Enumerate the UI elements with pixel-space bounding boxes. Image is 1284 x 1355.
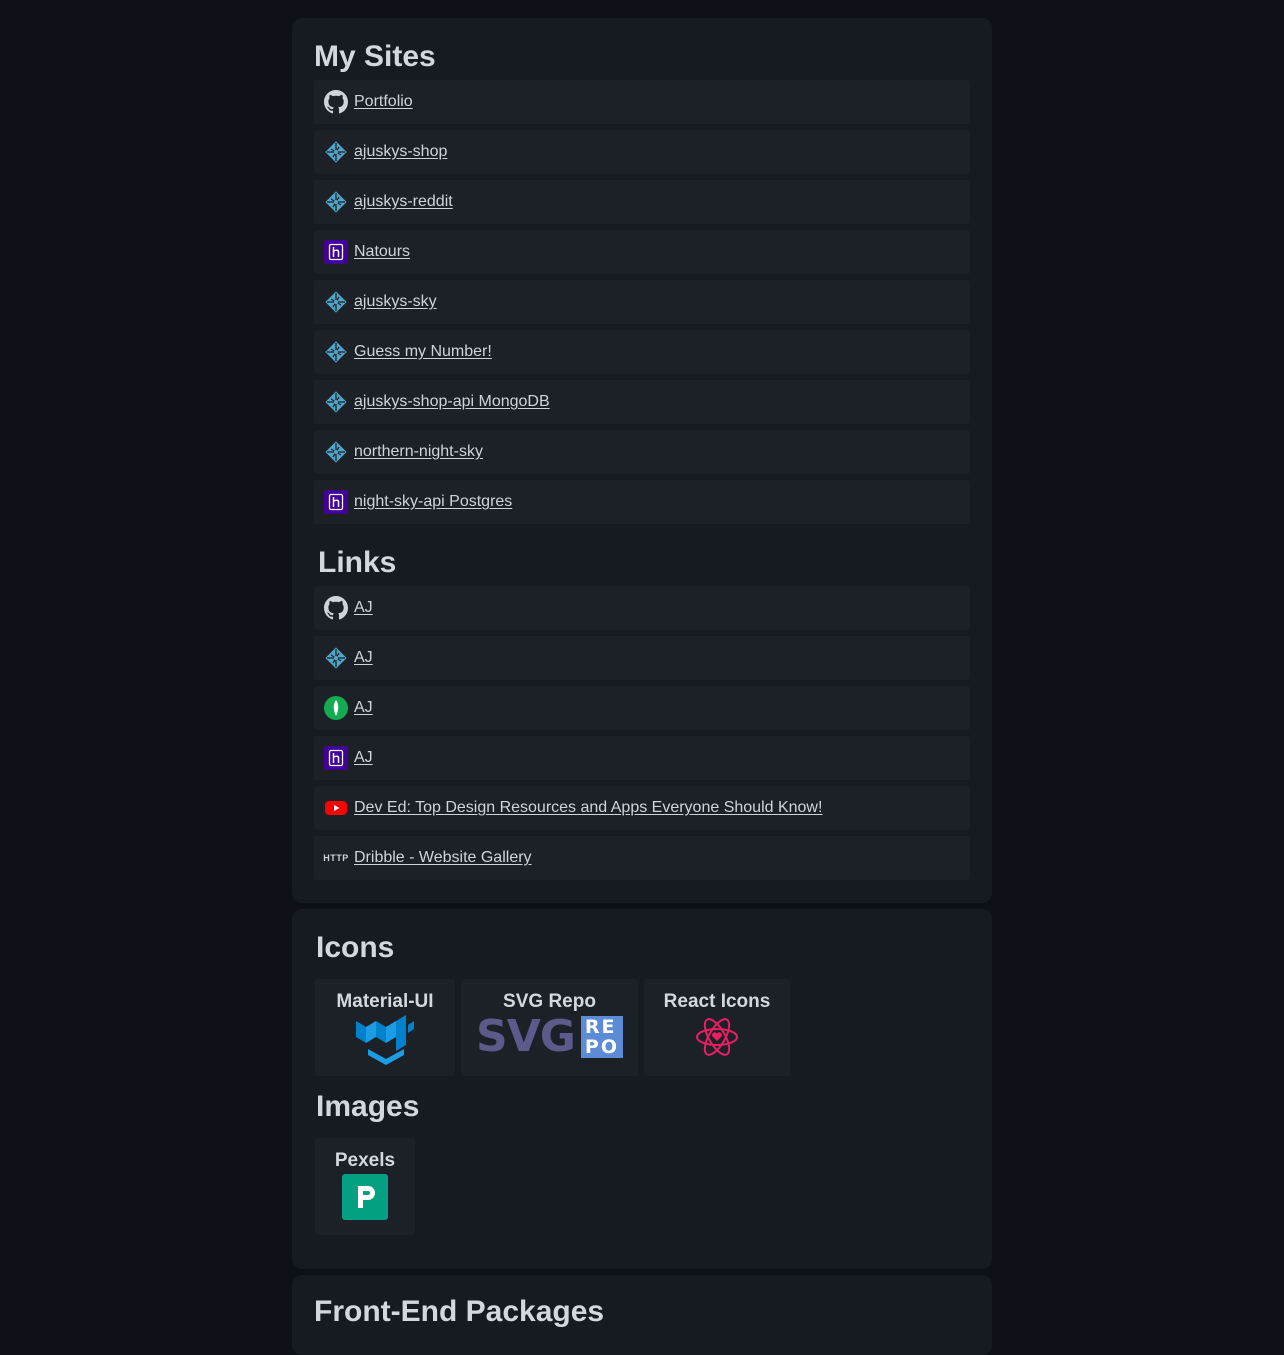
react-atom-icon <box>695 1015 739 1064</box>
links-heading: Links <box>318 546 397 579</box>
site-row[interactable]: Portfolio <box>314 80 970 124</box>
site-row[interactable]: night-sky-api Postgres <box>314 480 970 524</box>
tile-label: Material-UI <box>336 991 434 1012</box>
site-row[interactable]: ajuskys-shop <box>314 130 970 174</box>
http-icon: HTTP <box>323 846 349 870</box>
link-link[interactable]: Dribble - Website Gallery <box>354 849 532 867</box>
icons-heading: Icons <box>316 931 395 964</box>
github-icon <box>324 90 348 114</box>
netlify-icon <box>324 190 348 214</box>
tile-svg-repo[interactable]: SVG Repo SVG RE PO <box>461 979 638 1076</box>
site-link[interactable]: northern-night-sky <box>354 443 483 461</box>
svg-repo-badge-bottom: PO <box>584 1036 619 1058</box>
link-link[interactable]: AJ <box>354 649 373 667</box>
link-link[interactable]: AJ <box>354 699 373 717</box>
material-ui-logo-icon <box>354 1015 416 1070</box>
packages-card: Front-End Packages <box>292 1275 992 1355</box>
site-link[interactable]: Natours <box>354 243 410 261</box>
youtube-icon <box>324 796 348 820</box>
link-row[interactable]: AJ <box>314 636 970 680</box>
netlify-icon <box>324 290 348 314</box>
site-row[interactable]: northern-night-sky <box>314 430 970 474</box>
svg-repo-logo-icon: SVG RE PO <box>476 1015 623 1059</box>
link-row[interactable]: AJ <box>314 686 970 730</box>
site-row[interactable]: Guess my Number! <box>314 330 970 374</box>
http-icon-text: HTTP <box>323 853 349 863</box>
site-row[interactable]: ajuskys-shop-api MongoDB <box>314 380 970 424</box>
heroku-icon <box>324 746 348 770</box>
github-icon <box>324 596 348 620</box>
tile-pexels[interactable]: Pexels <box>315 1138 415 1235</box>
tile-react-icons[interactable]: React Icons <box>644 979 790 1076</box>
site-link[interactable]: ajuskys-shop-api MongoDB <box>354 393 550 411</box>
site-row[interactable]: ajuskys-reddit <box>314 180 970 224</box>
link-link[interactable]: AJ <box>354 749 373 767</box>
link-row[interactable]: AJ <box>314 586 970 630</box>
netlify-icon <box>324 340 348 364</box>
site-link[interactable]: ajuskys-reddit <box>354 193 453 211</box>
pexels-logo-icon <box>342 1174 388 1225</box>
site-link[interactable]: Guess my Number! <box>354 343 492 361</box>
site-link[interactable]: Portfolio <box>354 93 413 111</box>
sites-list: Portfolio ajuskys-shop ajuskys-reddit Natou… <box>314 80 970 530</box>
front-end-packages-heading: Front-End Packages <box>314 1295 605 1328</box>
site-row[interactable]: ajuskys-sky <box>314 280 970 324</box>
links-list: AJ AJ AJ AJ Dev Ed: Top Design Resources and… <box>314 586 970 886</box>
mongodb-icon <box>324 696 348 720</box>
link-row[interactable]: AJ <box>314 736 970 780</box>
heroku-icon <box>324 490 348 514</box>
svg-repo-logo-text: SVG <box>476 1011 576 1062</box>
site-link[interactable]: ajuskys-sky <box>354 293 437 311</box>
images-heading: Images <box>316 1090 420 1123</box>
link-row[interactable]: Dev Ed: Top Design Resources and Apps Ev… <box>314 786 970 830</box>
link-link[interactable]: Dev Ed: Top Design Resources and Apps Ev… <box>354 799 822 817</box>
link-link[interactable]: AJ <box>354 599 373 617</box>
tile-label: Pexels <box>334 1150 396 1171</box>
netlify-icon <box>324 646 348 670</box>
tile-material-ui[interactable]: Material-UI <box>315 979 455 1076</box>
netlify-icon <box>324 140 348 164</box>
site-row[interactable]: Natours <box>314 230 970 274</box>
my-sites-heading: My Sites <box>314 40 436 73</box>
site-link[interactable]: ajuskys-shop <box>354 143 447 161</box>
sites-card: My Sites Portfolio ajuskys-shop ajuskys-re… <box>292 18 992 903</box>
heroku-icon <box>324 240 348 264</box>
tile-label: React Icons <box>663 991 771 1012</box>
netlify-icon <box>324 440 348 464</box>
resources-card: Icons Material-UI SVG Repo SVG RE PO Rea… <box>292 909 992 1269</box>
svg-repo-badge-top: RE <box>584 1016 617 1038</box>
link-row[interactable]: HTTP Dribble - Website Gallery <box>314 836 970 880</box>
tile-label: SVG Repo <box>503 991 596 1012</box>
netlify-icon <box>324 390 348 414</box>
site-link[interactable]: night-sky-api Postgres <box>354 493 512 511</box>
